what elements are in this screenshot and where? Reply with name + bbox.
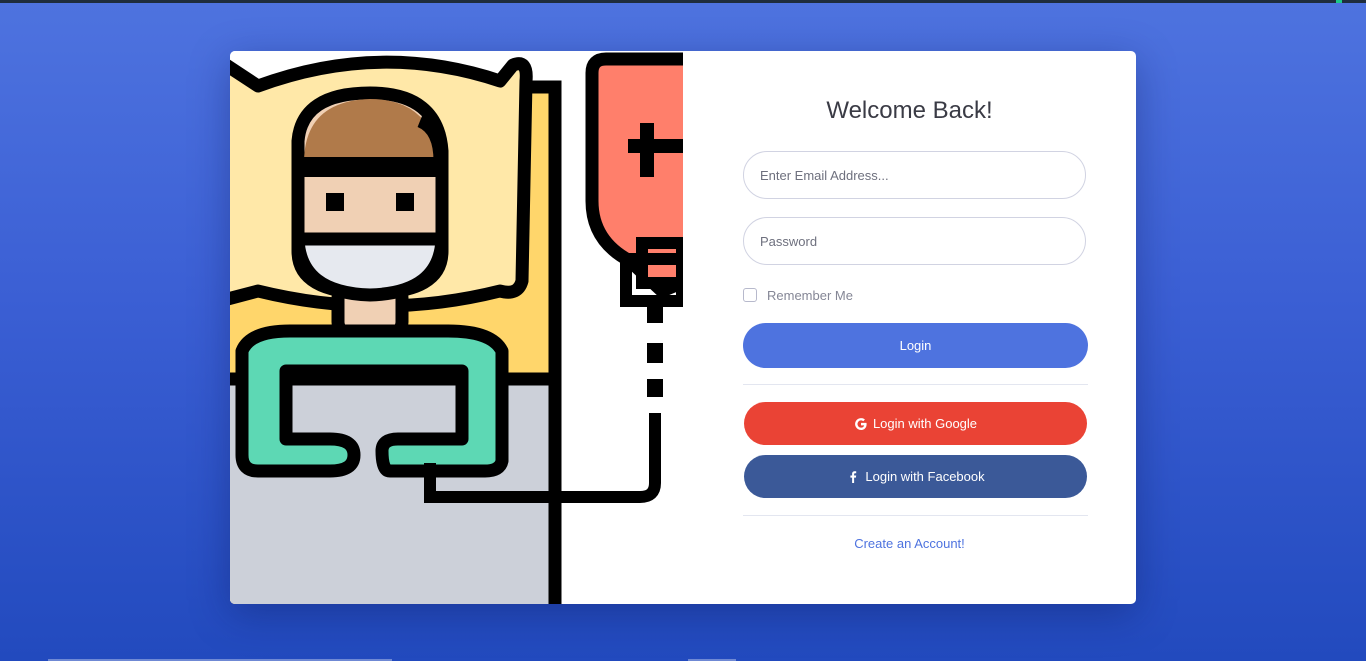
remember-me-label[interactable]: Remember Me [767, 288, 853, 303]
facebook-icon [846, 470, 860, 484]
remember-me-checkbox[interactable] [743, 288, 757, 302]
login-button[interactable]: Login [743, 323, 1088, 368]
facebook-login-button[interactable]: Login with Facebook [744, 455, 1087, 498]
login-form: Welcome Back! Remember Me Login Login wi… [683, 51, 1136, 604]
create-account-link[interactable]: Create an Account! [683, 536, 1136, 551]
google-icon [854, 417, 868, 431]
email-input[interactable] [743, 151, 1086, 199]
remember-me-row[interactable]: Remember Me [743, 287, 853, 303]
password-input[interactable] [743, 217, 1086, 265]
login-card: Welcome Back! Remember Me Login Login wi… [230, 51, 1136, 604]
divider [743, 515, 1088, 516]
login-button-label: Login [899, 338, 932, 353]
status-indicator [1336, 0, 1342, 3]
browser-top-bar [0, 0, 1366, 3]
patient-illustration [230, 51, 683, 604]
google-login-button[interactable]: Login with Google [744, 402, 1087, 445]
facebook-login-label: Login with Facebook [865, 469, 985, 484]
divider [743, 384, 1088, 385]
page-title: Welcome Back! [826, 97, 993, 124]
google-login-label: Login with Google [872, 416, 978, 431]
